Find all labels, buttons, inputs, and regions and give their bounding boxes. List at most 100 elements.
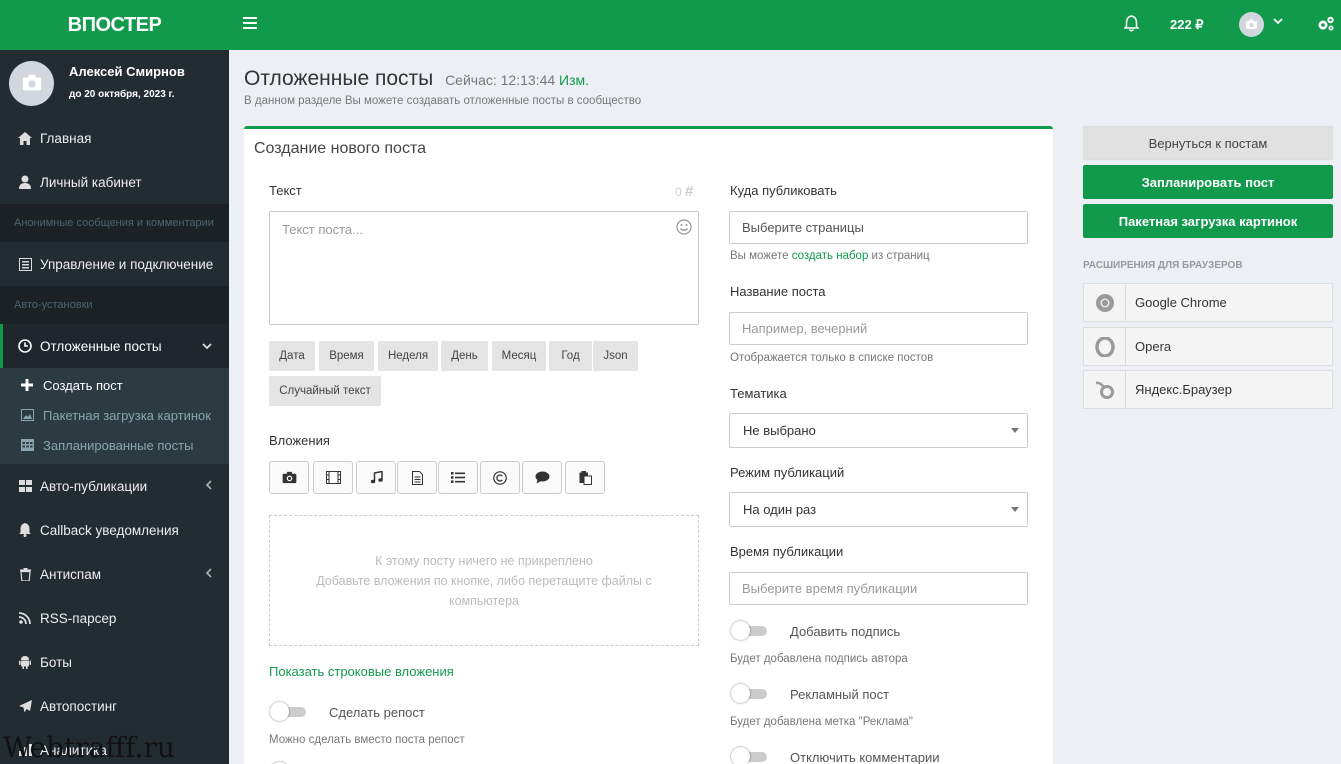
opera-icon — [1084, 328, 1126, 365]
post-name-hint: Отображается только в списке постов — [730, 352, 934, 364]
dropdown-arrow-icon — [1011, 428, 1019, 433]
attachments-label: Вложения — [269, 433, 330, 448]
clipboard-icon — [579, 470, 592, 485]
user-dropdown-chevron-icon[interactable] — [1273, 16, 1283, 28]
chevron-left-icon — [205, 567, 212, 581]
sidebar-item-scheduled[interactable]: Отложенные посты — [0, 324, 229, 368]
menu-header-anon: Анонимные сообщения и комментарии — [0, 204, 229, 242]
sidebar-item-label: Антиспам — [40, 566, 102, 582]
attach-comment-button[interactable] — [522, 461, 562, 494]
balance[interactable]: 222 ₽ — [1170, 17, 1204, 33]
film-icon — [325, 471, 341, 484]
repost-label: Сделать репост — [329, 705, 425, 720]
paper-plane-icon — [17, 699, 33, 713]
clock-icon — [17, 339, 33, 353]
sidebar-item-autoposting[interactable]: Автопостинг — [0, 684, 229, 728]
attach-document-button[interactable] — [397, 461, 437, 494]
home-icon — [17, 131, 33, 145]
sidebar-item-auto-publish[interactable]: Авто-публикации — [0, 464, 229, 508]
extension-name: Яндекс.Браузер — [1135, 382, 1232, 397]
attach-photo-button[interactable] — [269, 461, 309, 494]
sidebar-item-account[interactable]: Личный кабинет — [0, 160, 229, 204]
notification-bell-icon[interactable] — [1123, 15, 1140, 35]
where-label: Куда публиковать — [730, 183, 837, 198]
where-hint-post: из страниц — [868, 250, 930, 262]
disable-comments-toggle[interactable] — [731, 747, 767, 764]
post-name-input[interactable]: Например, вечерний — [729, 312, 1028, 345]
avatar — [9, 60, 54, 106]
show-string-attachments-link[interactable]: Показать строковые вложения — [269, 664, 454, 679]
header-avatar[interactable] — [1239, 12, 1264, 37]
disable-comments-label: Отключить комментарии — [790, 750, 940, 764]
tag-day-button[interactable]: День — [441, 341, 488, 371]
sidebar-item-rss[interactable]: RSS-парсер — [0, 596, 229, 640]
plus-icon — [19, 379, 35, 391]
create-set-link[interactable]: создать набор — [792, 250, 869, 262]
submenu-label: Запланированные посты — [43, 437, 194, 453]
user-icon — [17, 175, 33, 189]
top-header: 222 ₽ — [229, 0, 1341, 50]
add-signature-toggle[interactable] — [731, 621, 767, 640]
tag-year-button[interactable]: Год — [549, 341, 592, 371]
attach-video-button[interactable] — [313, 461, 353, 494]
ad-post-label: Рекламный пост — [790, 687, 890, 702]
tag-random-text-button[interactable]: Случайный текст — [269, 376, 381, 406]
batch-upload-button[interactable]: Пакетная загрузка картинок — [1083, 204, 1333, 238]
extension-opera[interactable]: Opera — [1083, 327, 1333, 366]
tag-time-button[interactable]: Время — [319, 341, 374, 371]
repost-hint: Можно сделать вместо поста репост — [269, 734, 465, 746]
android-icon — [17, 655, 33, 669]
submenu-create-post[interactable]: Создать пост — [0, 370, 229, 400]
copyright-icon — [493, 470, 507, 485]
attach-paste-button[interactable] — [565, 461, 605, 494]
schedule-post-button[interactable]: Запланировать пост — [1083, 165, 1333, 199]
tag-json-button[interactable]: Json — [593, 341, 638, 371]
sidebar-item-home[interactable]: Главная — [0, 116, 229, 160]
post-text-input[interactable]: Текст поста... — [269, 211, 699, 325]
tag-month-button[interactable]: Месяц — [492, 341, 546, 371]
sidebar-item-callback[interactable]: Callback уведомления — [0, 508, 229, 552]
where-hint: Вы можете создать набор из страниц — [730, 250, 930, 262]
hamburger-menu-icon[interactable] — [243, 17, 257, 29]
extension-yandex[interactable]: Яндекс.Браузер — [1083, 370, 1333, 409]
submenu-label: Создать пост — [43, 377, 123, 393]
sidebar-item-antispam[interactable]: Антиспам — [0, 552, 229, 596]
attach-copyright-button[interactable] — [480, 461, 520, 494]
publish-time-input[interactable]: Выберите время публикации — [729, 572, 1028, 605]
extension-chrome[interactable]: Google Chrome — [1083, 283, 1333, 322]
list-icon — [451, 472, 465, 483]
mode-value: На один раз — [743, 502, 817, 517]
back-to-posts-button[interactable]: Вернуться к постам — [1083, 126, 1333, 160]
change-time-link[interactable]: Изм. — [559, 72, 589, 88]
publish-time-label: Время публикации — [730, 544, 844, 559]
submenu-batch-upload[interactable]: Пакетная загрузка картинок — [0, 400, 229, 430]
sidebar-item-management[interactable]: Управление и подключение — [0, 242, 229, 286]
pages-select-placeholder: Выберите страницы — [742, 220, 864, 235]
attach-audio-button[interactable] — [356, 461, 396, 494]
attach-list-button[interactable] — [438, 461, 478, 494]
settings-gears-icon[interactable] — [1317, 15, 1335, 35]
chevron-left-icon — [205, 479, 212, 493]
submenu-planned[interactable]: Запланированные посты — [0, 430, 229, 460]
menu-header-auto: Авто-установки — [0, 286, 229, 324]
current-time-text: Сейчас: 12:13:44 — [445, 72, 556, 88]
mode-select[interactable]: На один раз — [729, 492, 1028, 527]
emoji-icon[interactable] — [676, 219, 692, 239]
topic-select[interactable]: Не выбрано — [729, 413, 1028, 448]
grid-icon — [17, 480, 33, 492]
add-signature-hint: Будет добавлена подпись автора — [730, 653, 908, 665]
box-title: Создание нового поста — [254, 140, 426, 157]
comment-icon — [535, 471, 549, 484]
ad-post-toggle[interactable] — [731, 684, 767, 703]
logo[interactable]: ВПОСТЕР — [0, 0, 229, 50]
image-icon — [19, 409, 35, 421]
repost-toggle[interactable] — [270, 702, 306, 721]
tag-week-button[interactable]: Неделя — [378, 341, 438, 371]
create-post-box: Создание нового поста Текст 0 # Текст по… — [244, 126, 1053, 764]
sidebar-item-bots[interactable]: Боты — [0, 640, 229, 684]
pages-select-input[interactable]: Выберите страницы — [729, 211, 1028, 244]
attachments-dropzone[interactable]: К этому посту ничего не прикреплено Доба… — [269, 515, 699, 646]
tag-date-button[interactable]: Дата — [269, 341, 315, 371]
post-name-label: Название поста — [730, 284, 826, 299]
sidebar-item-label: Боты — [40, 654, 72, 670]
